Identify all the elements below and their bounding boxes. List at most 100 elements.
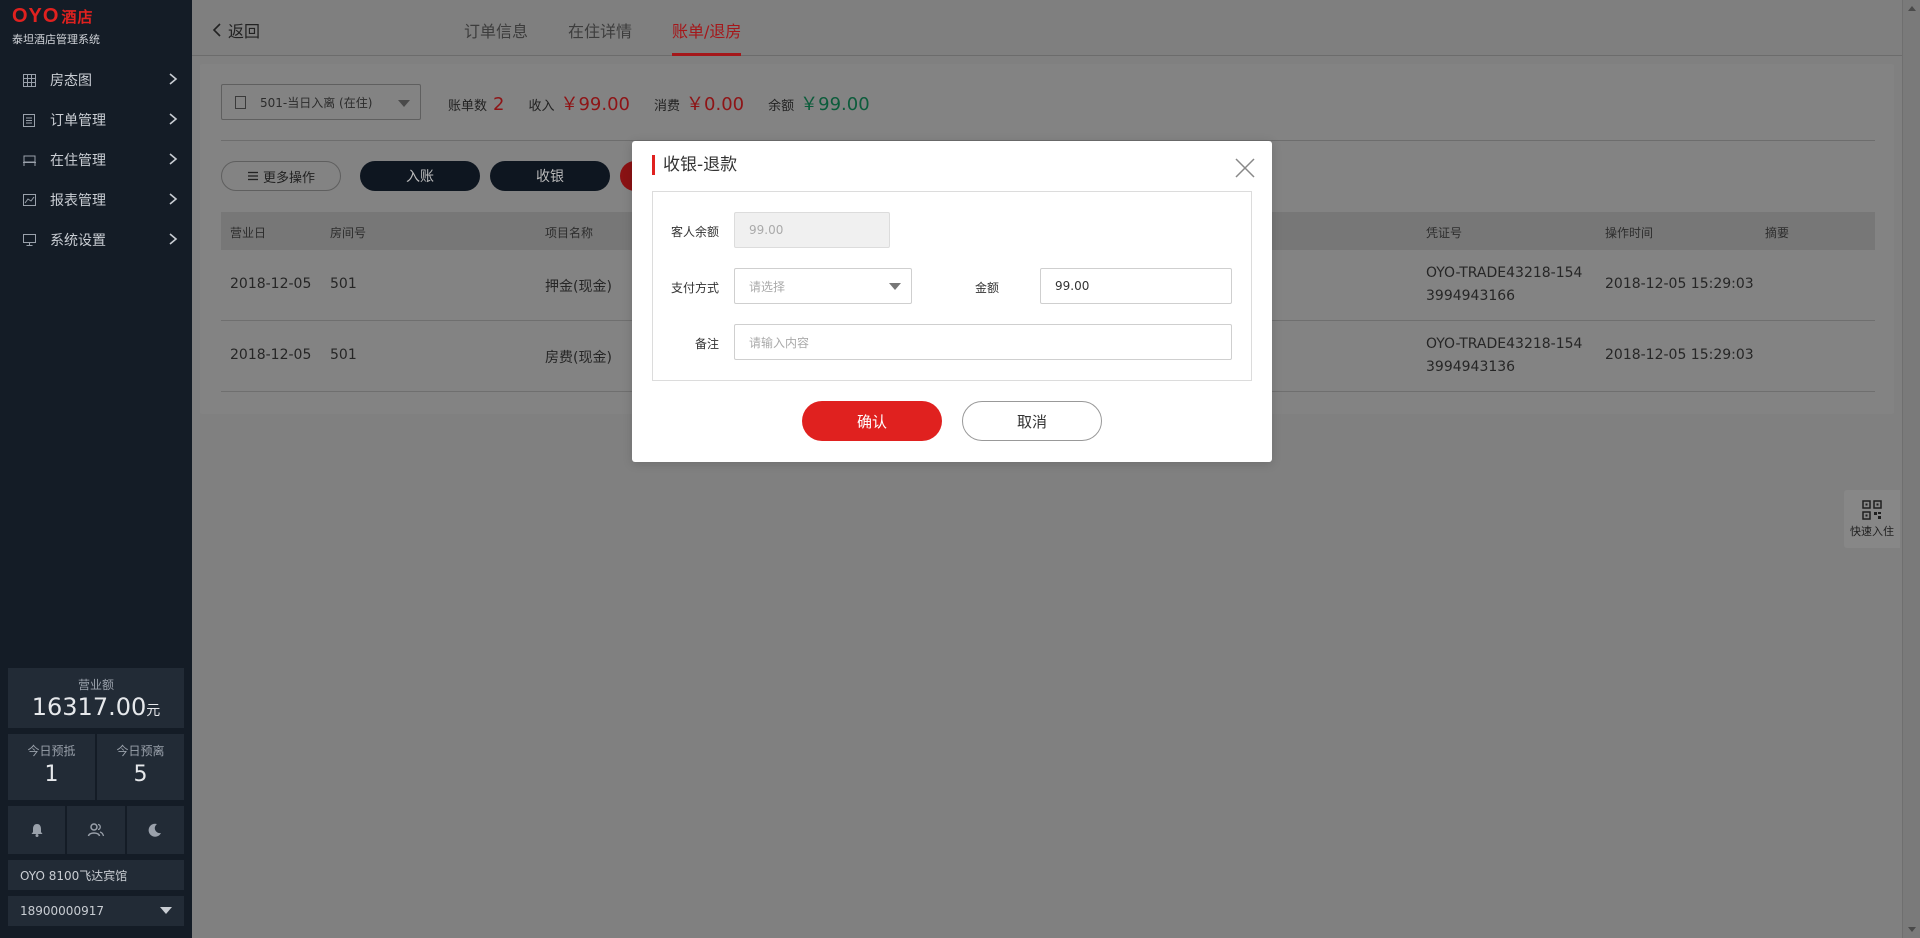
voucher-line: 3994943166 [1426,288,1516,304]
chevron-left-icon [212,23,221,37]
remark-input[interactable]: 请输入内容 [734,324,1232,360]
hotel-name: OYO 8100飞达宾馆 [8,860,184,890]
consume-label: 消费 [654,99,681,114]
scroll-down-icon[interactable] [1908,927,1916,932]
menu-icon [247,171,258,181]
pay-method-label: 支付方式 [670,281,719,295]
guest-balance-field: 99.00 [734,212,890,248]
grid-icon [22,73,36,87]
amount-label: 金额 [974,281,999,295]
sidebar-menu: 房态图 订单管理 在住管理 报表管理 系统设置 [0,60,192,260]
column-header: 摘要 [1765,226,1790,240]
sidebar-item-room-status[interactable]: 房态图 [0,60,192,100]
chevron-right-icon [169,153,178,165]
tab-bill-checkout[interactable]: 账单/退房 [672,0,742,56]
quick-checkin-button[interactable]: 快速入住 [1844,490,1900,548]
sidebar-item-label: 房态图 [50,73,92,89]
bell-icon [31,824,43,837]
today-stats: 今日预抵 1 今日预离 5 [8,734,184,800]
voucher-line: 3994943136 [1426,359,1516,375]
caret-down-icon [160,907,172,914]
notification-button[interactable] [8,806,66,854]
top-bar: 返回 订单信息 在住详情 账单/退房 [192,0,1902,56]
revenue-value: 16317.00 [31,693,147,721]
room-icon [235,96,246,109]
brand-logo-text: OYO [12,5,60,27]
today-deposit-card[interactable]: 今日预抵 1 [8,734,95,800]
brand-cn-text: 酒店 [61,9,94,26]
balance-value: ￥99.00 [800,94,870,115]
caret-down-icon [889,283,901,290]
confirm-button[interactable]: 确认 [802,401,942,441]
column-header: 营业日 [230,226,267,240]
quick-icon-bar [8,806,184,854]
revenue-card: 营业额 16317.00元 [8,668,184,728]
refund-modal: 收银-退款 客人余额 99.00 支付方式 请选择 金额 99.00 备注 请输… [632,141,1272,462]
tab-bar: 订单信息 在住详情 账单/退房 [464,0,781,56]
bed-icon [22,153,36,167]
column-header: 项目名称 [545,226,594,240]
list-icon [22,113,36,127]
cell-date: 2018-12-05 [230,347,312,363]
cell-item: 押金(现金) [545,279,612,295]
today-leave-value: 5 [133,762,148,787]
cell-time: 2018-12-05 15:29:03 [1605,347,1754,363]
room-select-value: 501-当日入离 (在住) [260,95,373,110]
today-deposit-value: 1 [44,762,59,787]
remark-label: 备注 [694,337,719,351]
sidebar-item-reports[interactable]: 报表管理 [0,180,192,220]
monitor-icon [22,233,36,247]
balance-label: 余额 [768,99,795,114]
caret-down-icon [398,100,410,107]
column-header: 房间号 [330,226,367,240]
pay-method-select[interactable]: 请选择 [734,268,912,304]
revenue-unit: 元 [146,703,161,719]
bill-count-label: 账单数 [448,99,488,114]
bill-count-value: 2 [493,94,505,115]
sidebar: OYO 酒店 泰坦酒店管理系统 房态图 订单管理 在住管理 报表管理 系统设置 … [0,0,192,938]
account-phone: 18900000917 [20,904,104,918]
today-leave-card[interactable]: 今日预离 5 [97,734,184,800]
refund-form: 客人余额 99.00 支付方式 请选择 金额 99.00 备注 请输入内容 [652,191,1252,381]
back-button[interactable]: 返回 [212,18,260,42]
chevron-right-icon [169,113,178,125]
cell-time: 2018-12-05 15:29:03 [1605,276,1754,292]
cancel-button[interactable]: 取消 [962,401,1102,441]
consume-value: ￥0.00 [686,94,745,115]
column-header: 凭证号 [1426,226,1463,240]
qr-code-icon [1862,500,1882,520]
sidebar-item-label: 订单管理 [50,113,106,129]
system-name: 泰坦酒店管理系统 [12,33,100,46]
cell-room: 501 [330,276,357,292]
vertical-scrollbar[interactable] [1902,0,1920,938]
income-label: 收入 [528,99,555,114]
users-button[interactable] [67,806,125,854]
close-icon[interactable] [1234,157,1256,179]
bill-summary: 账单数 2 收入 ￥99.00 消费 ￥0.00 余额 ￥99.00 [448,90,894,116]
amount-input[interactable]: 99.00 [1040,268,1232,304]
room-select[interactable]: 501-当日入离 (在住) [221,84,421,120]
voucher-line: OYO-TRADE43218-154 [1426,336,1583,352]
sidebar-item-label: 在住管理 [50,153,106,169]
cell-item: 房费(现金) [545,350,612,366]
night-audit-button[interactable] [126,806,184,854]
column-header: 操作时间 [1605,226,1654,240]
sidebar-item-label: 系统设置 [50,233,106,249]
sidebar-item-in-house[interactable]: 在住管理 [0,140,192,180]
sidebar-item-settings[interactable]: 系统设置 [0,220,192,260]
users-icon [87,823,105,837]
moon-icon [148,823,162,837]
quick-checkin-label: 快速入住 [1850,525,1894,538]
tab-stay-details[interactable]: 在住详情 [568,0,632,56]
income-value: ￥99.00 [560,94,631,115]
sidebar-item-orders[interactable]: 订单管理 [0,100,192,140]
more-operations-button[interactable]: 更多操作 [221,161,341,191]
account-select[interactable]: 18900000917 [8,896,184,926]
scroll-up-icon[interactable] [1908,6,1916,11]
cashier-button[interactable]: 收银 [490,161,610,191]
logo: OYO 酒店 泰坦酒店管理系统 [12,6,100,47]
post-charge-button[interactable]: 入账 [360,161,480,191]
guest-balance-label: 客人余额 [670,225,719,239]
tab-order-info[interactable]: 订单信息 [464,0,528,56]
back-label: 返回 [228,22,261,41]
